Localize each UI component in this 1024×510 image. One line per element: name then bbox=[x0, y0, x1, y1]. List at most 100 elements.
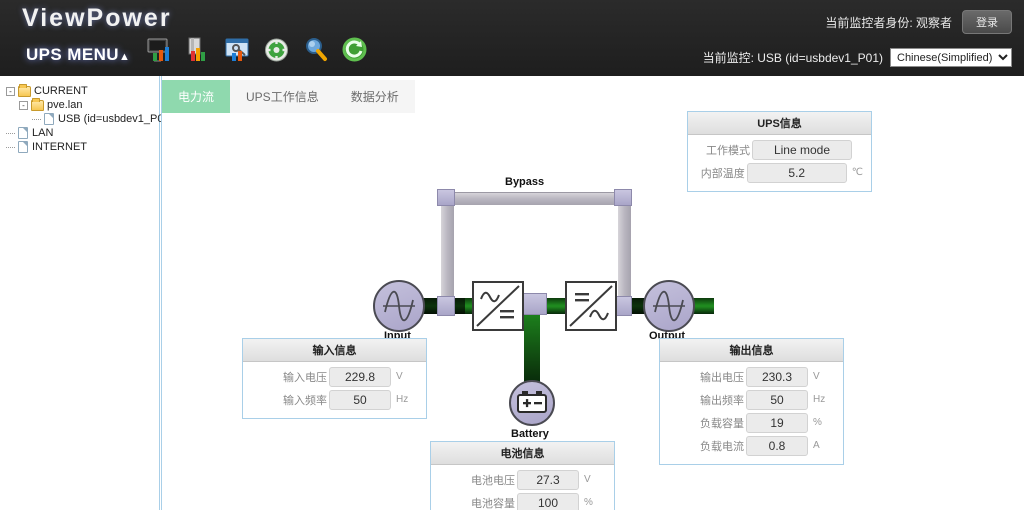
identity-label: 当前监控者身份: 观察者 bbox=[825, 14, 952, 31]
header-identity-area: 当前监控者身份: 观察者 登录 bbox=[825, 10, 1012, 34]
tree-toggle-icon[interactable]: - bbox=[6, 87, 15, 96]
bypass-right-line bbox=[618, 196, 631, 301]
output-voltage-row: 输出电压 230.3 V bbox=[668, 366, 835, 387]
battery-capacity-label: 电池容量 bbox=[439, 495, 517, 510]
login-button[interactable]: 登录 bbox=[962, 10, 1012, 34]
current-monitor-label: 当前监控: USB (id=usbdev1_P01) bbox=[703, 49, 883, 66]
input-frequency-unit: Hz bbox=[391, 394, 408, 405]
tree-item-lan[interactable]: LAN bbox=[6, 126, 159, 140]
battery-capacity-unit: % bbox=[579, 497, 593, 508]
language-select[interactable]: Chinese(Simplified) bbox=[890, 48, 1012, 67]
app-brand: ViewPower bbox=[22, 4, 172, 33]
document-icon bbox=[44, 113, 54, 125]
device-tree: - CURRENT - pve.lan USB (id=usbdev1_P01)… bbox=[6, 84, 159, 154]
battery-icon bbox=[509, 380, 555, 426]
ups-menu-button[interactable]: UPS MENU▲ bbox=[26, 45, 130, 65]
tree-item-usb-device[interactable]: USB (id=usbdev1_P01) bbox=[6, 112, 159, 126]
header-monitor-area: 当前监控: USB (id=usbdev1_P01) Chinese(Simpl… bbox=[703, 48, 1012, 67]
tree-item-label: pve.lan bbox=[47, 99, 82, 111]
tree-item-pve-lan[interactable]: - pve.lan bbox=[6, 98, 159, 112]
bypass-node-right-top bbox=[614, 189, 632, 206]
battery-voltage-label: 电池电压 bbox=[439, 472, 517, 488]
battery-info-panel: 电池信息 电池电压 27.3 V 电池容量 100 % 剩余时间 45 bbox=[430, 441, 615, 510]
rectifier-ac-dc-icon bbox=[472, 281, 524, 331]
search-icon[interactable] bbox=[302, 36, 329, 63]
tree-connector-icon bbox=[6, 133, 15, 134]
bus-battery-link bbox=[524, 306, 540, 386]
bypass-top-line bbox=[440, 192, 630, 205]
output-info-title: 输出信息 bbox=[660, 339, 843, 362]
load-capacity-value: 19 bbox=[746, 413, 808, 433]
folder-icon bbox=[31, 100, 44, 111]
battery-voltage-row: 电池电压 27.3 V bbox=[439, 469, 606, 490]
tree-connector-icon bbox=[32, 119, 41, 120]
load-capacity-unit: % bbox=[808, 417, 822, 428]
gear-icon[interactable] bbox=[263, 36, 290, 63]
load-capacity-row: 负载容量 19 % bbox=[668, 412, 835, 433]
report-folder-icon[interactable] bbox=[185, 36, 212, 63]
bypass-node-left-top bbox=[437, 189, 455, 206]
tree-item-label: INTERNET bbox=[32, 141, 87, 153]
input-info-title: 输入信息 bbox=[243, 339, 426, 362]
battery-voltage-unit: V bbox=[579, 474, 591, 485]
ups-temperature-value: 5.2 bbox=[747, 163, 847, 183]
load-current-value: 0.8 bbox=[746, 436, 808, 456]
ups-info-panel: UPS信息 工作模式 Line mode 内部温度 5.2 ℃ bbox=[687, 111, 872, 192]
tree-toggle-icon[interactable]: - bbox=[19, 101, 28, 110]
ups-temperature-label: 内部温度 bbox=[696, 165, 747, 181]
sidebar: - CURRENT - pve.lan USB (id=usbdev1_P01)… bbox=[0, 76, 160, 510]
ups-work-mode-value: Line mode bbox=[752, 140, 852, 160]
page-body: - CURRENT - pve.lan USB (id=usbdev1_P01)… bbox=[0, 76, 1024, 510]
inverter-dc-ac-icon bbox=[565, 281, 617, 331]
output-frequency-value: 50 bbox=[746, 390, 808, 410]
document-icon bbox=[18, 141, 28, 153]
tree-item-label: CURRENT bbox=[34, 85, 88, 97]
ups-temperature-row: 内部温度 5.2 ℃ bbox=[696, 162, 863, 183]
content-area: 电力流 UPS工作信息 数据分析 Bypass bbox=[161, 76, 1024, 510]
tree-item-label: USB (id=usbdev1_P01) bbox=[58, 113, 173, 125]
bypass-node-left-bottom bbox=[437, 296, 455, 316]
power-flow-diagram: Bypass bbox=[162, 108, 1024, 510]
output-frequency-label: 输出频率 bbox=[668, 392, 746, 408]
input-info-panel: 输入信息 输入电压 229.8 V 输入频率 50 Hz bbox=[242, 338, 427, 419]
battery-voltage-value: 27.3 bbox=[517, 470, 579, 490]
input-voltage-value: 229.8 bbox=[329, 367, 391, 387]
input-ac-source-icon bbox=[373, 280, 425, 332]
output-info-panel: 输出信息 输出电压 230.3 V 输出频率 50 Hz 负载容量 19 bbox=[659, 338, 844, 465]
refresh-icon[interactable] bbox=[341, 36, 368, 63]
tree-item-current[interactable]: - CURRENT bbox=[6, 84, 159, 98]
document-icon bbox=[18, 127, 28, 139]
input-voltage-row: 输入电压 229.8 V bbox=[251, 366, 418, 387]
input-voltage-label: 输入电压 bbox=[251, 369, 329, 385]
battery-info-title: 电池信息 bbox=[431, 442, 614, 465]
input-frequency-label: 输入频率 bbox=[251, 392, 329, 408]
input-voltage-unit: V bbox=[391, 371, 403, 382]
app-header: ViewPower UPS MENU▲ bbox=[0, 0, 1024, 76]
battery-capacity-value: 100 bbox=[517, 493, 579, 510]
load-current-label: 负载电流 bbox=[668, 438, 746, 454]
tree-connector-icon bbox=[6, 147, 15, 148]
ups-temperature-unit: ℃ bbox=[847, 167, 863, 178]
bypass-label: Bypass bbox=[505, 176, 544, 188]
folder-icon bbox=[18, 86, 31, 97]
input-frequency-value: 50 bbox=[329, 390, 391, 410]
output-voltage-unit: V bbox=[808, 371, 820, 382]
output-ac-icon bbox=[643, 280, 695, 332]
output-frequency-row: 输出频率 50 Hz bbox=[668, 389, 835, 410]
ups-menu-label: UPS MENU bbox=[26, 45, 119, 64]
ups-work-mode-row: 工作模式 Line mode bbox=[696, 139, 863, 160]
tree-item-label: LAN bbox=[32, 127, 53, 139]
battery-capacity-row: 电池容量 100 % bbox=[439, 492, 606, 510]
realtime-monitor-icon[interactable] bbox=[146, 36, 173, 63]
ups-work-mode-label: 工作模式 bbox=[696, 142, 752, 158]
caret-up-icon: ▲ bbox=[119, 51, 130, 63]
output-frequency-unit: Hz bbox=[808, 394, 825, 405]
output-voltage-label: 输出电压 bbox=[668, 369, 746, 385]
load-current-unit: A bbox=[808, 440, 820, 451]
battery-label: Battery bbox=[511, 428, 549, 440]
tree-item-internet[interactable]: INTERNET bbox=[6, 140, 159, 154]
load-current-row: 负载电流 0.8 A bbox=[668, 435, 835, 456]
window-settings-icon[interactable] bbox=[224, 36, 251, 63]
ups-info-title: UPS信息 bbox=[688, 112, 871, 135]
input-frequency-row: 输入频率 50 Hz bbox=[251, 389, 418, 410]
